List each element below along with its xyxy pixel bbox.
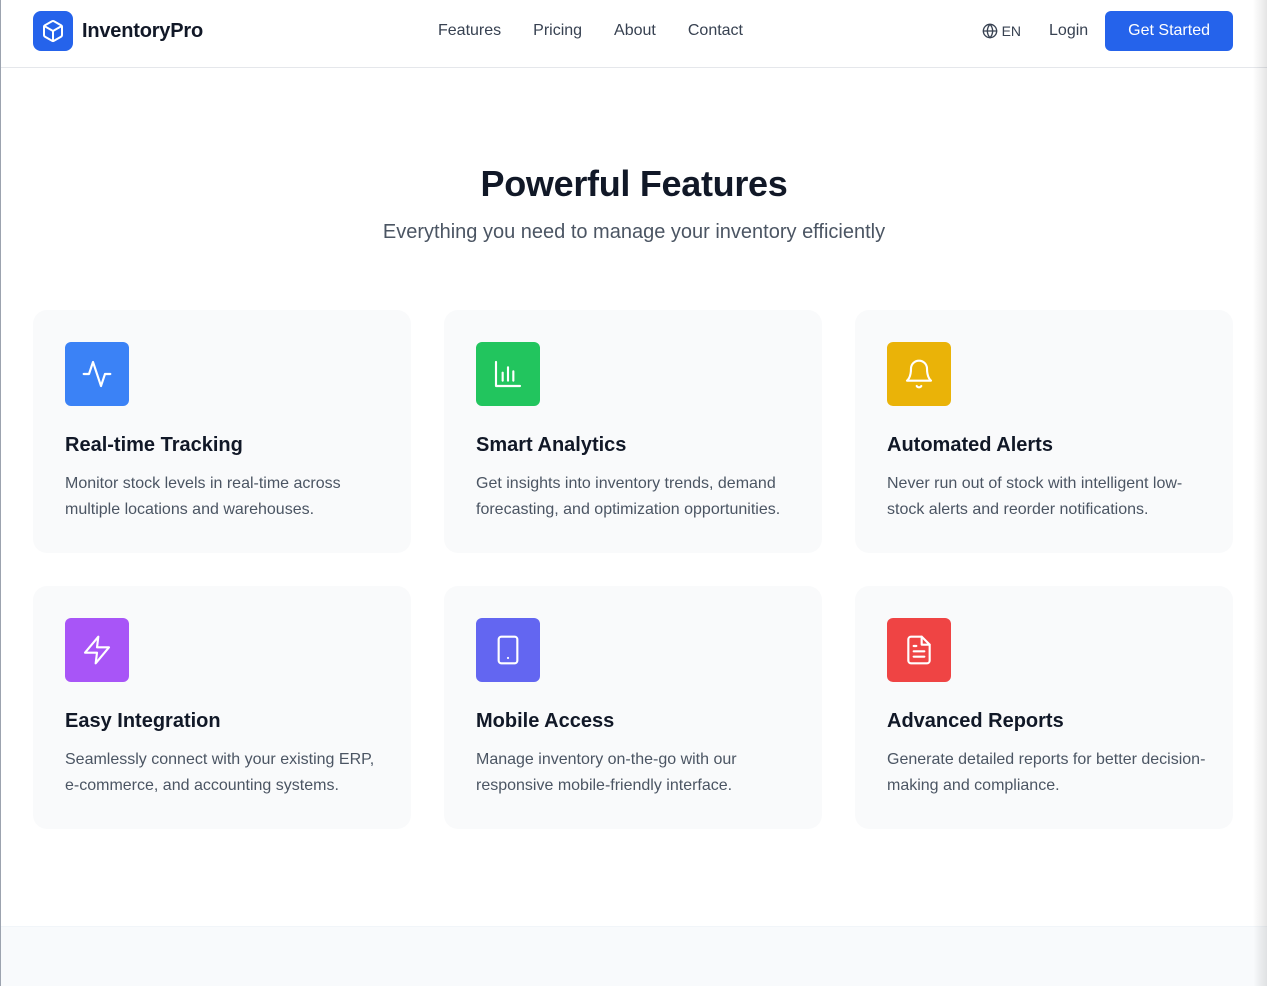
feature-card-mobile-access: Mobile Access Manage inventory on-the-go… bbox=[444, 586, 822, 829]
feature-description: Seamlessly connect with your existing ER… bbox=[65, 751, 375, 794]
nav-link-about[interactable]: About bbox=[614, 22, 656, 40]
brand[interactable]: InventoryPro bbox=[33, 11, 203, 51]
feature-title: Automated Alerts bbox=[887, 434, 1053, 456]
feature-card-realtime-tracking: Real-time Tracking Monitor stock levels … bbox=[33, 310, 411, 553]
box-icon bbox=[33, 11, 73, 51]
nav-link-features[interactable]: Features bbox=[438, 22, 501, 40]
smartphone-icon bbox=[476, 618, 540, 682]
language-selector[interactable]: EN bbox=[982, 23, 1021, 39]
feature-card-easy-integration: Easy Integration Seamlessly connect with… bbox=[33, 586, 411, 829]
navbar: InventoryPro Features Pricing About Cont… bbox=[1, 0, 1267, 68]
zap-icon bbox=[65, 618, 129, 682]
feature-description: Get insights into inventory trends, dema… bbox=[476, 475, 781, 518]
next-section-band bbox=[1, 926, 1267, 986]
file-text-icon bbox=[887, 618, 951, 682]
scroll-edge-shadow bbox=[1253, 0, 1267, 986]
feature-title: Mobile Access bbox=[476, 710, 615, 732]
nav-actions: EN Login Get Started bbox=[982, 11, 1233, 51]
login-link[interactable]: Login bbox=[1049, 22, 1088, 40]
feature-card-advanced-reports: Advanced Reports Generate detailed repor… bbox=[855, 586, 1233, 829]
section-title: Powerful Features bbox=[480, 163, 788, 204]
activity-icon bbox=[65, 342, 129, 406]
page: InventoryPro Features Pricing About Cont… bbox=[0, 0, 1267, 986]
feature-title: Real-time Tracking bbox=[65, 434, 243, 456]
brand-name: InventoryPro bbox=[82, 19, 203, 42]
feature-description: Monitor stock levels in real-time across… bbox=[65, 475, 341, 518]
language-label: EN bbox=[1001, 23, 1022, 39]
section-subtitle: Everything you need to manage your inven… bbox=[382, 221, 886, 243]
feature-title: Easy Integration bbox=[65, 710, 221, 732]
feature-description: Manage inventory on-the-go with our resp… bbox=[476, 751, 737, 794]
bar-chart-icon bbox=[476, 342, 540, 406]
feature-title: Smart Analytics bbox=[476, 434, 627, 456]
main-nav: Features Pricing About Contact bbox=[438, 22, 775, 40]
get-started-button[interactable]: Get Started bbox=[1105, 11, 1233, 51]
feature-title: Advanced Reports bbox=[887, 710, 1064, 732]
feature-description: Generate detailed reports for better dec… bbox=[887, 751, 1206, 794]
bell-icon bbox=[887, 342, 951, 406]
feature-description: Never run out of stock with intelligent … bbox=[887, 475, 1183, 518]
nav-link-contact[interactable]: Contact bbox=[688, 22, 743, 40]
feature-card-automated-alerts: Automated Alerts Never run out of stock … bbox=[855, 310, 1233, 553]
nav-link-pricing[interactable]: Pricing bbox=[533, 22, 582, 40]
globe-icon bbox=[982, 23, 997, 39]
feature-card-smart-analytics: Smart Analytics Get insights into invent… bbox=[444, 310, 822, 553]
